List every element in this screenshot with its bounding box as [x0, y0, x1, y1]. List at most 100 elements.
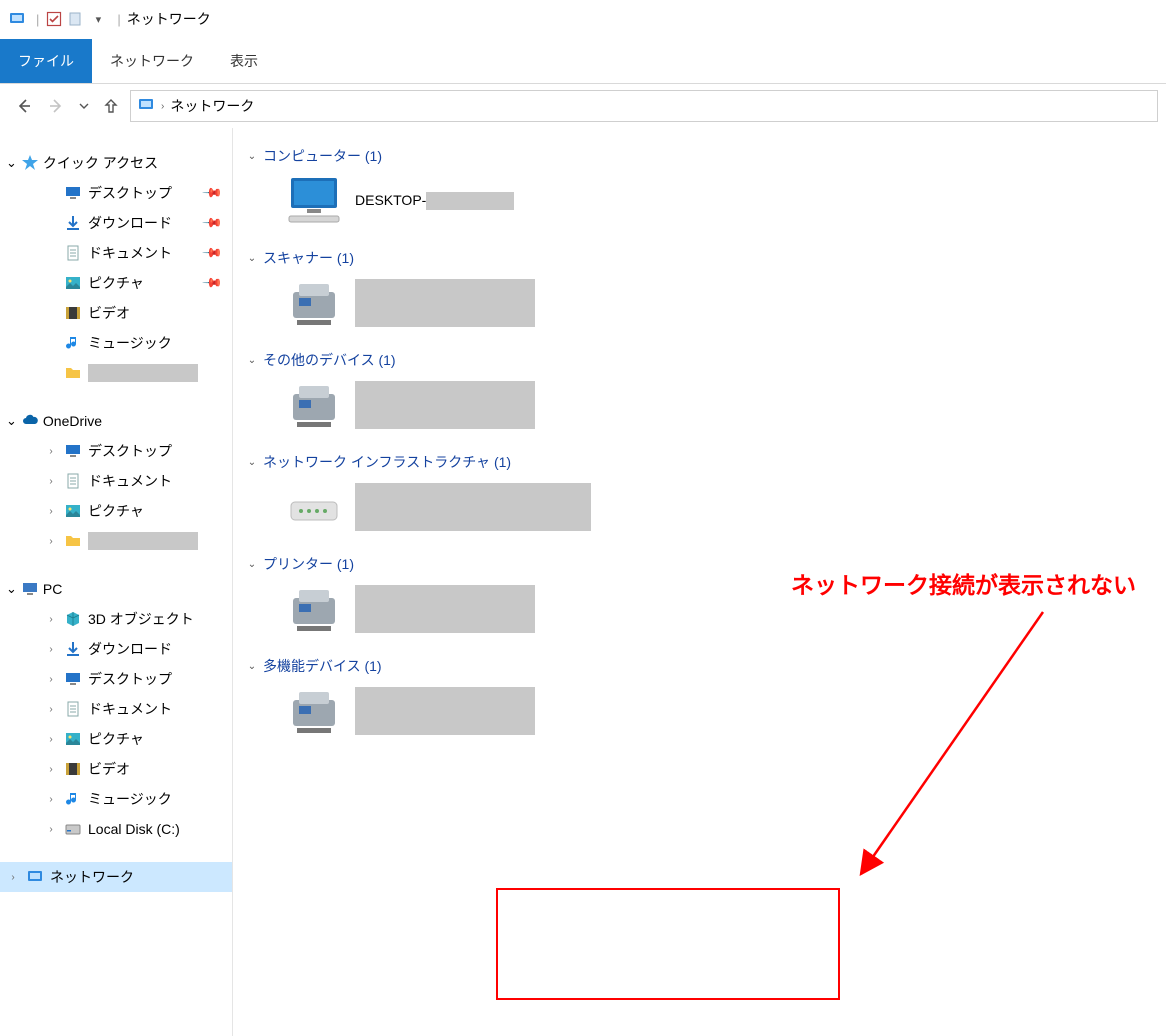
3d-icon: [64, 610, 82, 628]
folder-icon: [64, 364, 82, 382]
tree-network[interactable]: › ネットワーク: [0, 862, 232, 892]
chevron-down-icon[interactable]: ⌄: [6, 581, 17, 597]
tree-item-video[interactable]: ビデオ: [0, 298, 232, 328]
tree-onedrive[interactable]: ⌄ OneDrive: [0, 406, 232, 436]
tree-item-label: ビデオ: [88, 759, 130, 779]
chevron-right-icon[interactable]: ›: [44, 644, 58, 655]
ribbon: ファイル ネットワーク 表示: [0, 39, 1166, 84]
ribbon-network-tab[interactable]: ネットワーク: [92, 39, 212, 83]
pin-icon: 📌: [201, 272, 224, 295]
desktop-icon: [64, 670, 82, 688]
printer-device-icon: [285, 380, 343, 430]
network-item-computer[interactable]: DESKTOP-: [245, 172, 1166, 248]
chevron-down-icon[interactable]: ⌄: [6, 413, 17, 429]
nav-forward-button[interactable]: [42, 91, 72, 121]
ribbon-file-tab[interactable]: ファイル: [0, 39, 92, 83]
network-item-other[interactable]: [245, 376, 1166, 452]
chevron-right-icon[interactable]: ›: [44, 536, 58, 547]
nav-recent-dropdown[interactable]: [76, 91, 92, 121]
tree-quick-access[interactable]: ⌄ クイック アクセス: [0, 148, 232, 178]
computer-monitor-icon: [285, 176, 343, 226]
chevron-right-icon[interactable]: ›: [44, 764, 58, 775]
tree-item-music[interactable]: ミュージック: [0, 328, 232, 358]
printer-device-icon: [285, 686, 343, 736]
breadcrumb-arrow-icon[interactable]: ›: [161, 101, 164, 112]
pictures-icon: [64, 502, 82, 520]
group-label: その他のデバイス (1): [263, 350, 396, 370]
pc-icon: [21, 580, 39, 598]
tree-item-download[interactable]: ›ダウンロード: [0, 634, 232, 664]
tree-item-document[interactable]: ›ドキュメント: [0, 466, 232, 496]
ribbon-view-tab[interactable]: 表示: [212, 39, 276, 83]
tree-item-desktop[interactable]: ›デスクトップ: [0, 436, 232, 466]
download-icon: [64, 214, 82, 232]
tree-label: ネットワーク: [50, 867, 134, 887]
tree-item-label: デスクトップ: [88, 183, 172, 203]
group-header-other[interactable]: ⌄ その他のデバイス (1): [245, 350, 1166, 370]
pin-icon: 📌: [201, 212, 224, 235]
network-item-multifunc[interactable]: [245, 682, 1166, 758]
address-bar[interactable]: › ネットワーク: [130, 90, 1158, 122]
navigation-tree[interactable]: ⌄ クイック アクセス デスクトップ📌ダウンロード📌ドキュメント📌ピクチャ📌ビデ…: [0, 128, 233, 1036]
chevron-right-icon[interactable]: ›: [44, 824, 58, 835]
chevron-down-icon[interactable]: ⌄: [245, 151, 259, 162]
address-network-icon: [137, 96, 155, 117]
tree-item-pictures[interactable]: ›ピクチャ: [0, 724, 232, 754]
chevron-down-icon[interactable]: ⌄: [245, 355, 259, 366]
breadcrumb-network[interactable]: ネットワーク: [170, 96, 254, 116]
redacted-text: [355, 585, 535, 633]
group-header-multifunc[interactable]: ⌄ 多機能デバイス (1): [245, 656, 1166, 676]
tree-pc[interactable]: ⌄ PC: [0, 574, 232, 604]
nav-up-button[interactable]: [96, 91, 126, 121]
tree-item-document[interactable]: › ドキュメント: [0, 694, 232, 724]
content-pane[interactable]: ⌄ コンピューター (1) DESKTOP- ⌄ スキャナー (1): [233, 128, 1166, 1036]
group-header-computer[interactable]: ⌄ コンピューター (1): [245, 146, 1166, 166]
chevron-down-icon[interactable]: ⌄: [245, 559, 259, 570]
qat-dropdown-icon[interactable]: ▾: [89, 10, 107, 28]
network-item-infra[interactable]: [245, 478, 1166, 554]
chevron-right-icon[interactable]: ›: [44, 704, 58, 715]
qat-newfolder-icon[interactable]: [67, 10, 85, 28]
group-label: ネットワーク インフラストラクチャ (1): [263, 452, 511, 472]
chevron-down-icon[interactable]: ⌄: [245, 253, 259, 264]
tree-item-pictures[interactable]: › ピクチャ: [0, 496, 232, 526]
tree-item-folder[interactable]: ›: [0, 526, 232, 556]
network-item-scanner[interactable]: [245, 274, 1166, 350]
chevron-down-icon[interactable]: ⌄: [6, 155, 17, 171]
group-header-scanner[interactable]: ⌄ スキャナー (1): [245, 248, 1166, 268]
chevron-right-icon[interactable]: ›: [44, 734, 58, 745]
chevron-right-icon[interactable]: ›: [44, 476, 58, 487]
tree-item-video[interactable]: › ビデオ: [0, 754, 232, 784]
chevron-right-icon[interactable]: ›: [44, 674, 58, 685]
tree-item-pictures[interactable]: ピクチャ📌: [0, 268, 232, 298]
tree-item-document[interactable]: ドキュメント📌: [0, 238, 232, 268]
tree-label: OneDrive: [43, 413, 102, 429]
chevron-down-icon[interactable]: ⌄: [245, 457, 259, 468]
tree-item-disk[interactable]: ›Local Disk (C:): [0, 814, 232, 844]
pin-icon: 📌: [201, 182, 224, 205]
tree-item-desktop[interactable]: ›デスクトップ: [0, 664, 232, 694]
tree-item-folder[interactable]: [0, 358, 232, 388]
group-header-infra[interactable]: ⌄ ネットワーク インフラストラクチャ (1): [245, 452, 1166, 472]
chevron-right-icon[interactable]: ›: [44, 446, 58, 457]
navigation-bar: › ネットワーク: [0, 84, 1166, 128]
chevron-right-icon[interactable]: ›: [44, 794, 58, 805]
chevron-right-icon[interactable]: ›: [6, 872, 20, 883]
chevron-right-icon[interactable]: ›: [44, 614, 58, 625]
tree-item-label: ドキュメント: [88, 699, 172, 719]
qat-properties-icon[interactable]: [45, 10, 63, 28]
chevron-right-icon[interactable]: ›: [44, 506, 58, 517]
folder-icon: [64, 532, 82, 550]
tree-item-3d[interactable]: ›3D オブジェクト: [0, 604, 232, 634]
tree-item-desktop[interactable]: デスクトップ 📌: [0, 178, 232, 208]
music-icon: [64, 334, 82, 352]
redacted-text: [88, 364, 198, 382]
tree-item-music[interactable]: ›ミュージック: [0, 784, 232, 814]
chevron-down-icon[interactable]: ⌄: [245, 661, 259, 672]
tree-item-download[interactable]: ダウンロード📌: [0, 208, 232, 238]
nav-back-button[interactable]: [8, 91, 38, 121]
printer-device-icon: [285, 278, 343, 328]
explorer-body: ⌄ クイック アクセス デスクトップ📌ダウンロード📌ドキュメント📌ピクチャ📌ビデ…: [0, 128, 1166, 1036]
redacted-text: [88, 532, 198, 550]
tree-item-label: ピクチャ: [88, 501, 144, 521]
